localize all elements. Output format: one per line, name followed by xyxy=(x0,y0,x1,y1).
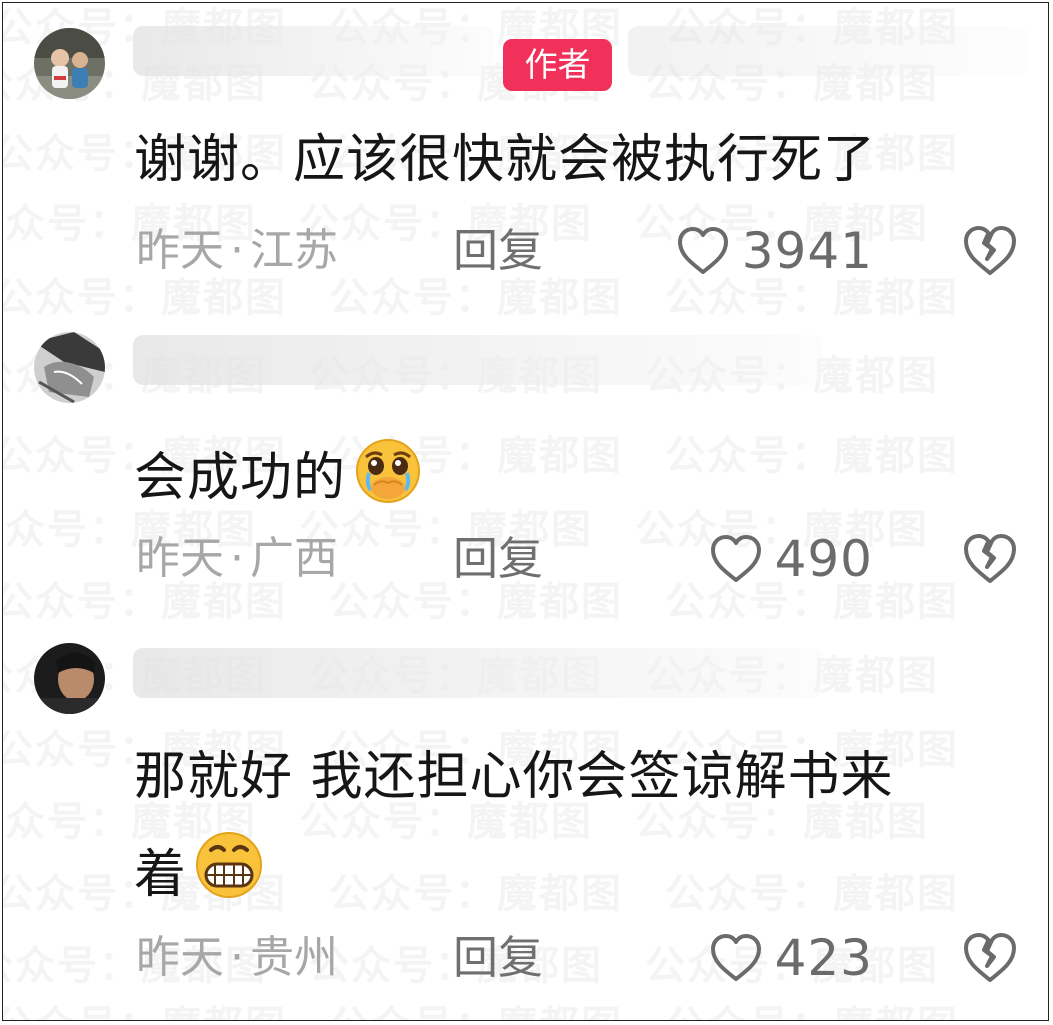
dislike-button[interactable] xyxy=(961,930,1019,986)
meta-separator: · xyxy=(230,225,244,276)
reply-button[interactable]: 回复 xyxy=(453,531,543,587)
username-redacted xyxy=(133,335,823,385)
comment-text-line-1: 那就好 我还担心你会签谅解书来 xyxy=(134,747,894,807)
pleading-face-emoji xyxy=(350,435,426,520)
comment-text: 会成功的 xyxy=(134,435,426,520)
like-count: 490 xyxy=(774,530,873,588)
dislike-button[interactable] xyxy=(961,531,1019,587)
broken-heart-icon xyxy=(964,226,1016,275)
like-count: 423 xyxy=(774,929,873,987)
comment-time: 昨天 xyxy=(136,225,224,276)
broken-heart-icon xyxy=(964,534,1016,583)
heart-outline-icon xyxy=(710,535,761,582)
comment-list: 公众号：魔都图 公众号：魔都图 公众号：魔都图 公众号：魔都图 公众号：魔都图 … xyxy=(2,2,1049,1021)
dislike-button[interactable] xyxy=(961,223,1019,279)
like-button[interactable]: 490 xyxy=(709,530,873,588)
comment-time: 昨天 xyxy=(136,932,224,983)
like-button[interactable]: 3941 xyxy=(676,222,873,280)
comment-time: 昨天 xyxy=(136,533,224,584)
comment-meta: 昨天 · 广西 xyxy=(136,531,338,587)
comment-meta: 昨天 · 江苏 xyxy=(136,223,338,279)
like-count: 3941 xyxy=(741,222,873,280)
comment-text-line-2: 着 xyxy=(134,828,267,917)
meta-separator: · xyxy=(230,533,244,584)
username-redacted xyxy=(133,648,823,698)
comment-item: 作者 谢谢。应该很快就会被执行死了 昨天 · 江苏 回复 3941 xyxy=(3,3,1048,313)
comment-text-content: 会成功的 xyxy=(134,448,347,508)
comment-meta: 昨天 · 贵州 xyxy=(136,930,338,986)
heart-outline-icon xyxy=(677,227,728,274)
meta-separator: · xyxy=(230,932,244,983)
username-redacted-tail xyxy=(628,26,1028,76)
broken-heart-icon xyxy=(964,933,1016,982)
reply-button[interactable]: 回复 xyxy=(453,223,543,279)
avatar[interactable] xyxy=(34,332,105,403)
like-button[interactable]: 423 xyxy=(709,929,873,987)
comment-item: 会成功的 昨天 · 广西 回复 490 xyxy=(3,313,1048,623)
author-badge: 作者 xyxy=(503,39,612,91)
comment-location: 广西 xyxy=(250,533,338,584)
grimacing-face-emoji xyxy=(191,828,267,917)
comment-text: 谢谢。应该很快就会被执行死了 xyxy=(134,130,877,190)
comment-location: 江苏 xyxy=(250,225,338,276)
avatar[interactable] xyxy=(34,28,105,99)
reply-button[interactable]: 回复 xyxy=(453,930,543,986)
username-redacted xyxy=(133,26,493,76)
heart-outline-icon xyxy=(710,934,761,981)
comment-location: 贵州 xyxy=(250,932,338,983)
comment-item: 那就好 我还担心你会签谅解书来 着 昨天 · 贵州 回复 423 xyxy=(3,623,1048,1020)
avatar[interactable] xyxy=(34,643,105,714)
comment-text-content: 着 xyxy=(134,845,188,905)
